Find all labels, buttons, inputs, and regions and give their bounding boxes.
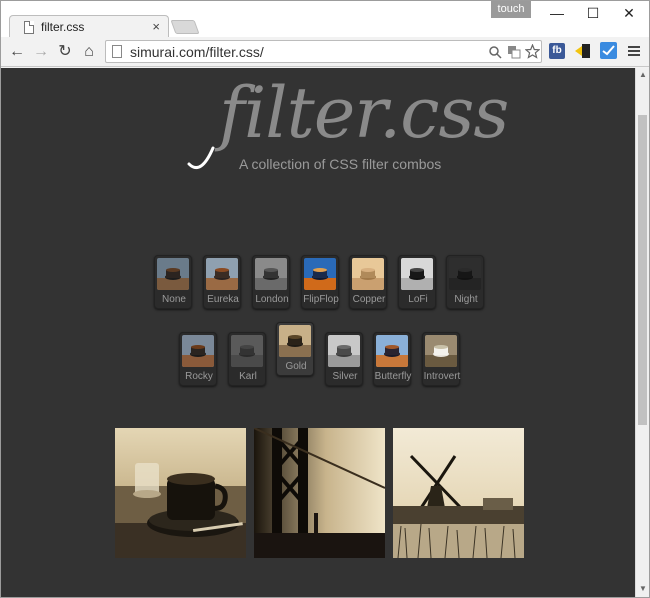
filter-thumbnail [231,335,263,367]
search-icon[interactable] [488,45,502,59]
filter-label: Karl [239,371,257,382]
filter-london[interactable]: London [252,255,290,309]
filter-night[interactable]: Night [446,255,484,309]
photo-coffee-cup [115,428,246,558]
logo-swoosh-icon [187,146,215,169]
browser-tab[interactable]: filter.css × [9,15,169,39]
site-logo: filter.css [219,72,509,154]
browser-toolbar: ← → ↻ ⌂ simurai.com/filter.css/ fb [1,37,649,67]
close-window-button[interactable]: ✕ [611,3,647,23]
browser-window: filter.css × touch — ☐ ✕ ← → ↻ ⌂ simurai… [0,0,650,598]
filter-copper[interactable]: Copper [349,255,387,309]
filter-gold[interactable]: Gold [276,322,314,376]
filter-thumbnail [279,325,311,357]
forward-icon[interactable]: → [31,42,51,62]
filter-butterfly[interactable]: Butterfly [373,332,411,386]
filter-thumbnail [206,258,238,290]
filter-thumbnail [401,258,433,290]
filter-label: Butterfly [374,371,412,382]
maximize-button[interactable]: ☐ [575,3,611,23]
filter-label: None [162,294,186,305]
facebook-extension-icon[interactable]: fb [549,43,565,59]
filter-lofi[interactable]: LoFi [398,255,436,309]
address-bar[interactable]: simurai.com/filter.css/ [105,40,542,63]
filter-label: LoFi [408,294,428,305]
menu-icon[interactable] [627,44,641,58]
filter-thumbnail [376,335,408,367]
filter-label: Silver [332,371,358,382]
page-icon [24,21,34,34]
filter-thumbnail [255,258,287,290]
photo-bridge [254,428,385,558]
filter-label: Copper [352,294,386,305]
filter-label: FlipFlop [303,294,339,305]
filter-label: Night [454,294,478,305]
url-text: simurai.com/filter.css/ [130,44,264,60]
extension-arrow-icon[interactable] [574,42,592,60]
photo-windmill [393,428,524,558]
extension-check-icon[interactable] [600,42,617,59]
filter-thumbnail [352,258,384,290]
tab-strip: filter.css × touch — ☐ ✕ [1,1,649,39]
tab-title: filter.css [41,20,85,34]
minimize-button[interactable]: — [539,3,575,23]
page-viewport: filter.css A collection of CSS filter co… [1,68,635,597]
page-icon [112,45,122,58]
filter-flipflop[interactable]: FlipFlop [301,255,339,309]
filter-label: Gold [285,361,307,372]
touch-badge: touch [491,1,531,18]
bookmark-star-icon[interactable] [525,44,540,59]
scroll-thumb[interactable] [638,115,647,425]
tab-close-icon[interactable]: × [152,19,160,34]
scroll-down-icon[interactable]: ▼ [638,584,648,593]
filter-label: Rocky [185,371,213,382]
new-tab-button[interactable] [170,20,200,34]
reload-icon[interactable]: ↻ [55,42,75,62]
tagline: A collection of CSS filter combos [239,156,442,172]
filter-thumbnail [157,258,189,290]
filter-thumbnail [328,335,360,367]
filter-thumbnail [449,258,481,290]
home-icon[interactable]: ⌂ [79,42,99,62]
filter-none[interactable]: None [154,255,192,309]
scroll-up-icon[interactable]: ▲ [638,70,648,79]
filter-silver[interactable]: Silver [325,332,363,386]
filter-label: Introvert [423,371,461,382]
filter-thumbnail [304,258,336,290]
filter-thumbnail [182,335,214,367]
back-icon[interactable]: ← [7,42,27,62]
vertical-scrollbar[interactable]: ▲ ▼ [635,68,649,597]
filter-introvert[interactable]: Introvert [422,332,460,386]
translate-icon[interactable] [507,45,521,59]
filter-rocky[interactable]: Rocky [179,332,217,386]
filter-karl[interactable]: Karl [228,332,266,386]
filter-thumbnail [425,335,457,367]
filter-label: Eureka [207,294,239,305]
filter-eureka[interactable]: Eureka [203,255,241,309]
filter-label: London [255,294,289,305]
